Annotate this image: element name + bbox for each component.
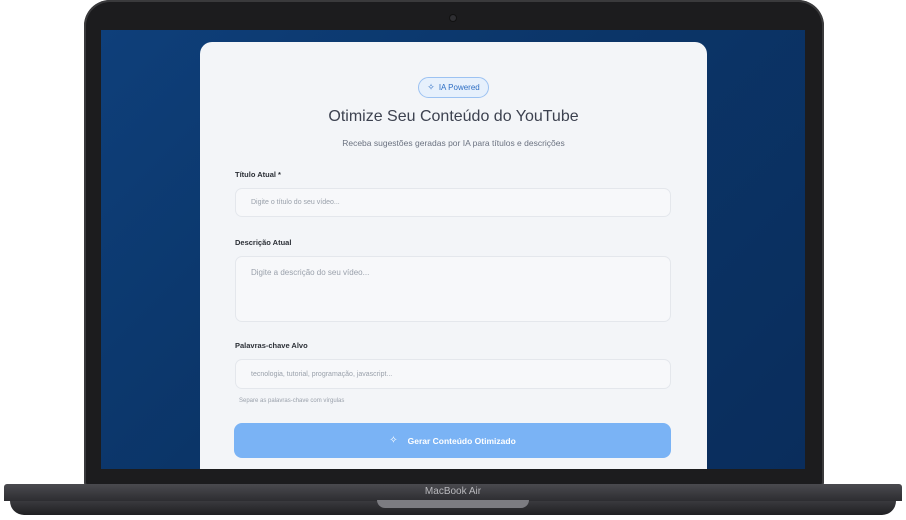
badge-label: IA Powered xyxy=(438,83,480,92)
screen: ✧ IA Powered Otimize Seu Conteúdo do You… xyxy=(101,30,805,469)
keywords-field-label: Palavras-chave Alvo xyxy=(235,341,308,350)
sparkle-icon: ✧ xyxy=(427,82,435,92)
sparkle-icon: ✧ xyxy=(389,435,398,446)
page-subtitle: Receba sugestões geradas por IA para tít… xyxy=(342,138,565,148)
optimizer-form-card: ✧ IA Powered Otimize Seu Conteúdo do You… xyxy=(200,42,707,469)
title-input-placeholder: Digite o título do seu vídeo... xyxy=(251,199,340,206)
page-title: Otimize Seu Conteúdo do YouTube xyxy=(328,108,579,125)
camera-icon xyxy=(450,15,456,21)
keywords-input[interactable]: tecnologia, tutorial, programação, javas… xyxy=(235,359,671,389)
keywords-hint: Separe as palavras-chave com vírgulas xyxy=(239,398,345,404)
device-model-label: MacBook Air xyxy=(424,486,482,497)
generate-content-button[interactable]: ✧ Gerar Conteúdo Otimizado xyxy=(234,423,671,458)
description-textarea-placeholder: Digite a descrição do seu vídeo... xyxy=(251,268,370,277)
description-textarea[interactable]: Digite a descrição do seu vídeo... xyxy=(235,256,671,322)
ia-powered-badge: ✧ IA Powered xyxy=(418,77,489,98)
description-field-label: Descrição Atual xyxy=(235,238,292,247)
laptop-base: MacBook Air xyxy=(0,484,906,520)
title-field-label: Título Atual * xyxy=(235,170,281,179)
laptop-hinge-notch xyxy=(377,500,529,508)
keywords-input-placeholder: tecnologia, tutorial, programação, javas… xyxy=(251,370,393,378)
title-input[interactable]: Digite o título do seu vídeo... xyxy=(235,188,671,217)
generate-content-button-label: Gerar Conteúdo Otimizado xyxy=(407,435,516,446)
